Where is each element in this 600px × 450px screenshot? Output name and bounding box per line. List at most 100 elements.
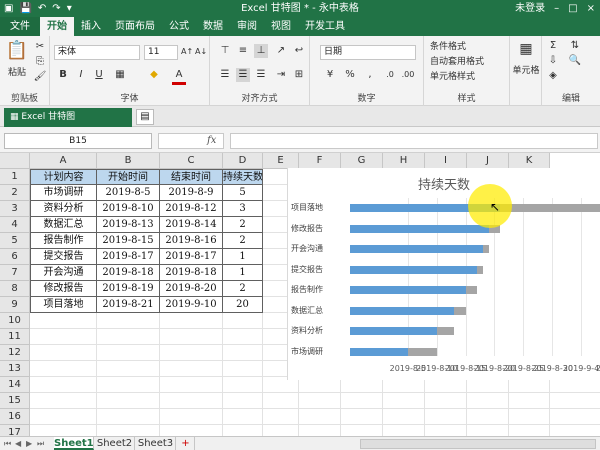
merge-cells-icon[interactable]: ⊞ (292, 68, 306, 82)
tab-insert[interactable]: 插入 (74, 17, 108, 36)
horizontal-scrollbar[interactable] (360, 439, 596, 449)
align-left-icon[interactable]: ☰ (218, 68, 232, 82)
increase-decimal-icon[interactable]: .0 (382, 68, 398, 82)
start-bar[interactable] (350, 265, 478, 274)
clear-icon[interactable]: ◈ (546, 69, 560, 83)
copy-icon[interactable]: ⎘ (33, 55, 47, 69)
table-cell[interactable]: 3 (223, 201, 263, 217)
column-header-f[interactable]: F (299, 153, 341, 169)
table-header-cell[interactable]: 开始时间 (97, 169, 160, 185)
row-header-2[interactable]: 2 (0, 185, 30, 201)
row-header-5[interactable]: 5 (0, 233, 30, 249)
select-all-corner[interactable] (0, 153, 30, 169)
table-cell[interactable]: 2019-8-17 (97, 249, 160, 265)
start-bar[interactable] (350, 245, 483, 253)
sort-filter-icon[interactable]: ⇅ (568, 39, 582, 53)
cells-icon[interactable]: ▦ (516, 42, 536, 56)
font-grow-icon[interactable]: A↑ (181, 45, 193, 59)
table-header-cell[interactable]: 持续天数 (223, 169, 263, 185)
duration-bar[interactable] (454, 306, 466, 315)
row-header-13[interactable]: 13 (0, 361, 30, 377)
align-top-icon[interactable]: ⊤ (218, 44, 232, 58)
row-header-6[interactable]: 6 (0, 249, 30, 265)
border-icon[interactable]: ▦ (112, 68, 128, 82)
row-header-9[interactable]: 9 (0, 297, 30, 313)
column-header-e[interactable]: E (263, 153, 299, 169)
orientation-icon[interactable]: ↗ (274, 44, 288, 58)
table-cell[interactable]: 20 (223, 297, 263, 313)
minimize-button[interactable]: – (554, 2, 559, 15)
table-cell[interactable]: 2019-8-19 (97, 281, 160, 297)
column-header-i[interactable]: I (425, 153, 467, 169)
column-header-d[interactable]: D (223, 153, 263, 169)
table-cell[interactable]: 2019-8-17 (160, 249, 223, 265)
prev-sheet-icon[interactable]: ◀ (15, 438, 21, 450)
font-size-select[interactable]: 11 (144, 45, 178, 60)
duration-bar[interactable] (407, 347, 437, 356)
tab-formulas[interactable]: 公式 (162, 17, 196, 36)
table-cell[interactable]: 2 (223, 217, 263, 233)
add-sheet-button[interactable]: + (177, 437, 195, 450)
column-header-k[interactable]: K (509, 153, 550, 169)
close-button[interactable]: × (587, 2, 595, 15)
table-cell[interactable]: 2019-8-5 (97, 185, 160, 201)
duration-bar[interactable] (477, 265, 483, 274)
duration-bar[interactable] (436, 327, 454, 335)
sheet-tab-sheet2[interactable]: Sheet2 (95, 437, 135, 450)
row-header-8[interactable]: 8 (0, 281, 30, 297)
formula-input[interactable] (230, 133, 598, 149)
maximize-button[interactable]: □ (568, 2, 577, 15)
auto-table-format-button[interactable]: 自动套用格式 (430, 55, 510, 69)
table-cell[interactable]: 2 (223, 233, 263, 249)
first-sheet-icon[interactable]: ⏮ (4, 438, 11, 450)
row-header-4[interactable]: 4 (0, 217, 30, 233)
table-cell[interactable]: 2019-8-18 (160, 265, 223, 281)
row-header-3[interactable]: 3 (0, 201, 30, 217)
column-header-c[interactable]: C (160, 153, 223, 169)
table-cell[interactable]: 修改报告 (30, 281, 97, 297)
last-sheet-icon[interactable]: ⏭ (37, 438, 44, 450)
font-color-icon[interactable]: A (172, 68, 186, 85)
duration-bar[interactable] (465, 286, 478, 294)
underline-button[interactable]: U (92, 68, 106, 82)
font-shrink-icon[interactable]: A↓ (195, 45, 207, 59)
bold-button[interactable]: B (56, 68, 70, 82)
conditional-format-button[interactable]: 条件格式 (430, 40, 510, 54)
tab-page-layout[interactable]: 页面布局 (108, 17, 162, 36)
start-bar[interactable] (350, 286, 466, 294)
italic-button[interactable]: I (74, 68, 88, 82)
indent-icon[interactable]: ⇥ (274, 68, 288, 82)
row-header-16[interactable]: 16 (0, 409, 30, 425)
table-cell[interactable]: 2019-8-10 (97, 201, 160, 217)
table-cell[interactable]: 2019-8-14 (160, 217, 223, 233)
autosum-icon[interactable]: Σ (546, 39, 560, 53)
table-cell[interactable]: 2 (223, 281, 263, 297)
format-painter-icon[interactable]: 🖌 (33, 70, 47, 84)
start-bar[interactable] (350, 224, 489, 233)
table-cell[interactable]: 2019-8-9 (160, 185, 223, 201)
cell-styles-button[interactable]: 单元格样式 (430, 70, 510, 84)
tab-data[interactable]: 数据 (196, 17, 230, 36)
comma-icon[interactable]: , (362, 68, 378, 82)
table-header-cell[interactable]: 结束时间 (160, 169, 223, 185)
row-header-1[interactable]: 1 (0, 169, 30, 185)
table-cell[interactable]: 2019-9-10 (160, 297, 223, 313)
sheet-tab-sheet3[interactable]: Sheet3 (136, 437, 176, 450)
row-header-10[interactable]: 10 (0, 313, 30, 329)
chart-title[interactable]: 持续天数 (288, 174, 600, 193)
table-cell[interactable]: 报告制作 (30, 233, 97, 249)
table-cell[interactable]: 1 (223, 249, 263, 265)
column-header-a[interactable]: A (30, 153, 97, 169)
next-sheet-icon[interactable]: ▶ (26, 438, 32, 450)
tab-file[interactable]: 文件 (0, 17, 40, 36)
currency-icon[interactable]: ¥ (322, 68, 338, 82)
row-header-7[interactable]: 7 (0, 265, 30, 281)
start-bar[interactable] (350, 327, 437, 335)
table-cell[interactable]: 数据汇总 (30, 217, 97, 233)
table-cell[interactable]: 市场调研 (30, 185, 97, 201)
align-bottom-icon[interactable]: ⊥ (254, 44, 268, 58)
row-header-17[interactable]: 17 (0, 425, 30, 436)
table-cell[interactable]: 2019-8-18 (97, 265, 160, 281)
duration-bar[interactable] (500, 204, 600, 212)
table-cell[interactable]: 提交报告 (30, 249, 97, 265)
